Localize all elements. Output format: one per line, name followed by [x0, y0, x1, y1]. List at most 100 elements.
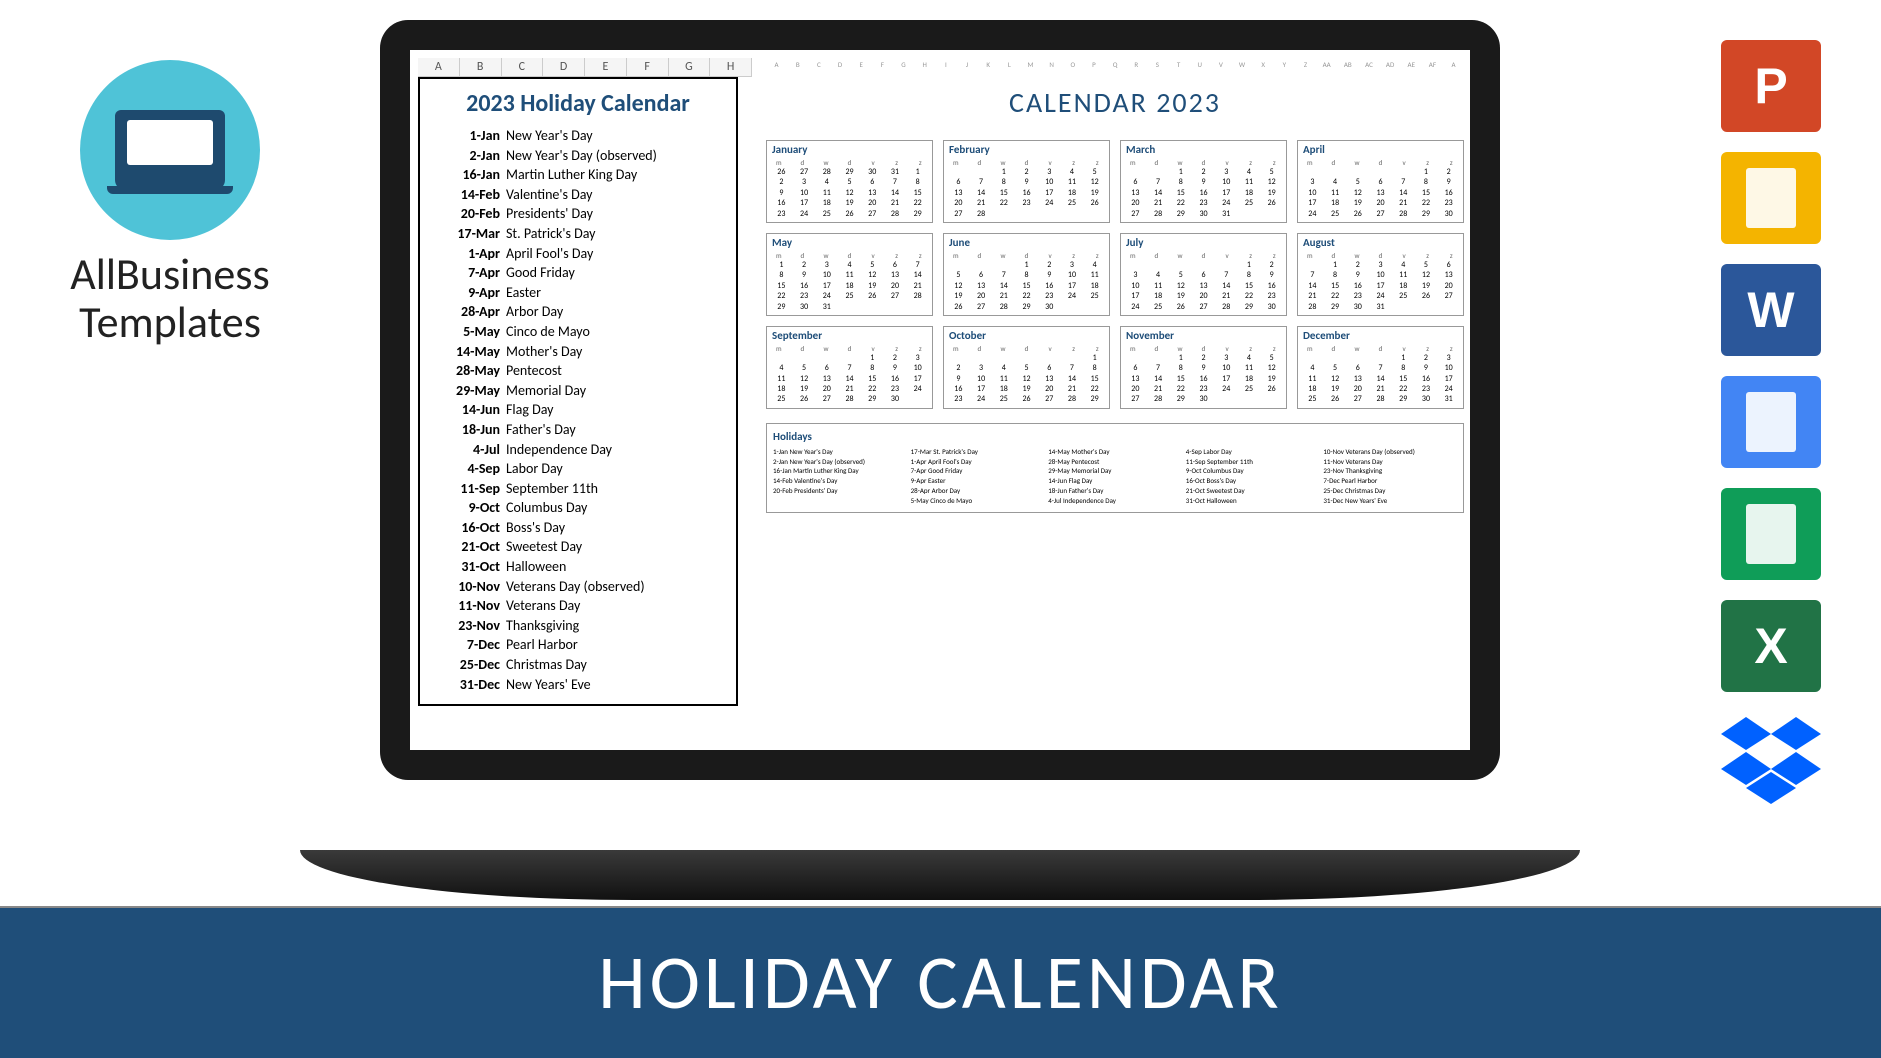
- calendar-day: 27: [1124, 209, 1147, 219]
- calendar-day: 7: [970, 177, 993, 187]
- calendar-day: 6: [947, 177, 970, 187]
- calendar-day: 21: [1061, 384, 1084, 394]
- calendar-day: [1015, 209, 1038, 219]
- dropbox-icon[interactable]: [1721, 712, 1821, 804]
- calendar-day: 22: [770, 291, 793, 301]
- calendar-day: 20: [970, 291, 993, 301]
- calendar-day: [1124, 260, 1147, 270]
- calendar-week: 567891011: [947, 270, 1106, 280]
- dow-label: z: [1439, 251, 1463, 260]
- excel-icon[interactable]: X: [1721, 600, 1821, 692]
- calendar-day: 3: [1215, 167, 1238, 177]
- col-header: R: [1126, 60, 1147, 69]
- calendar-day: 12: [1260, 177, 1283, 187]
- calendar-day: 13: [1437, 270, 1460, 280]
- dow-label: v: [861, 158, 885, 167]
- col-header: Y: [1274, 60, 1295, 69]
- calendar-day: 9: [1015, 177, 1038, 187]
- calendar-day: 5: [861, 260, 884, 270]
- col-header: I: [935, 60, 956, 69]
- holiday-date: 28-May: [430, 361, 506, 381]
- calendar-day: 5: [1324, 363, 1347, 373]
- calendar-day: 30: [1192, 209, 1215, 219]
- holiday-date: 5-May: [430, 322, 506, 342]
- dow-label: d: [838, 251, 862, 260]
- calendar-day: 22: [1015, 291, 1038, 301]
- calendar-day: 31: [1369, 302, 1392, 312]
- calendar-day: 10: [815, 270, 838, 280]
- col-header: W: [1231, 60, 1252, 69]
- calendar-day: 16: [884, 374, 907, 384]
- holiday-name: Flag Day: [506, 400, 726, 420]
- calendar-day: 25: [1392, 291, 1415, 301]
- powerpoint-icon[interactable]: P: [1721, 40, 1821, 132]
- calendar-day: 9: [770, 188, 793, 198]
- calendar-week: 22232425262728: [770, 291, 929, 301]
- dow-label: m: [1298, 158, 1322, 167]
- calendar-day: 17: [1437, 374, 1460, 384]
- calendar-day: 13: [1369, 188, 1392, 198]
- calendar-day: 25: [1301, 394, 1324, 404]
- calendar-week: 9101112131415: [947, 374, 1106, 384]
- calendar-day: [1061, 302, 1084, 312]
- holiday-name: Pearl Harbor: [506, 635, 726, 655]
- calendar-day: 23: [1415, 384, 1438, 394]
- dow-label: v: [861, 344, 885, 353]
- holiday-row: 25-DecChristmas Day: [430, 655, 726, 675]
- calendar-day: 27: [884, 291, 907, 301]
- dow-label: d: [791, 344, 815, 353]
- col-header: B: [787, 60, 808, 69]
- calendar-day: [1324, 167, 1347, 177]
- dow-label: v: [1215, 158, 1239, 167]
- holiday-name: September 11th: [506, 479, 726, 499]
- calendar-day: 13: [815, 374, 838, 384]
- calendar-day: 23: [1038, 291, 1061, 301]
- calendar-day: 26: [1015, 394, 1038, 404]
- dow-label: v: [1392, 251, 1416, 260]
- holiday-entry: 31-Dec New Years' Eve: [1323, 496, 1457, 506]
- dow-label: z: [1262, 158, 1286, 167]
- calendar-day: 18: [1301, 384, 1324, 394]
- calendar-week: 12131415161718: [947, 281, 1106, 291]
- calendar-day: 6: [970, 270, 993, 280]
- calendar-day: 24: [906, 384, 929, 394]
- calendar-day: 27: [1437, 291, 1460, 301]
- calendar-week: 24252627282930: [1124, 302, 1283, 312]
- calendar-week: 2627282930: [947, 302, 1106, 312]
- dow-label: d: [1192, 344, 1216, 353]
- dow-label: m: [944, 251, 968, 260]
- holiday-name: Valentine's Day: [506, 185, 726, 205]
- holiday-row: 7-DecPearl Harbor: [430, 635, 726, 655]
- holiday-row: 21-OctSweetest Day: [430, 537, 726, 557]
- col-header: N: [1041, 60, 1062, 69]
- calendar-day: 9: [1437, 177, 1460, 187]
- google-slides-icon[interactable]: [1721, 152, 1821, 244]
- holiday-name: Christmas Day: [506, 655, 726, 675]
- calendar-day: 14: [838, 374, 861, 384]
- holiday-name: St. Patrick's Day: [506, 224, 726, 244]
- calendar-day: 19: [947, 291, 970, 301]
- word-icon[interactable]: W: [1721, 264, 1821, 356]
- calendar-day: 21: [992, 291, 1015, 301]
- calendar-week: 16171819202122: [770, 198, 929, 208]
- calendar-day: 2: [793, 260, 816, 270]
- google-docs-icon[interactable]: [1721, 376, 1821, 468]
- calendar-week: 12345: [1124, 167, 1283, 177]
- holiday-date: 9-Apr: [430, 283, 506, 303]
- calendar-day: 11: [815, 188, 838, 198]
- calendar-day: [1346, 167, 1369, 177]
- holiday-name: Thanksgiving: [506, 616, 726, 636]
- calendar-day: 10: [1038, 177, 1061, 187]
- holiday-row: 1-JanNew Year's Day: [430, 126, 726, 146]
- calendar-day: 30: [1260, 302, 1283, 312]
- calendar-day: [815, 353, 838, 363]
- brand-logo: AllBusinessTemplates: [40, 60, 300, 347]
- calendar-day: 24: [1369, 291, 1392, 301]
- calendar-day: 28: [815, 167, 838, 177]
- calendar-day: 29: [906, 209, 929, 219]
- calendar-week: 19202122232425: [947, 291, 1106, 301]
- google-sheets-icon[interactable]: [1721, 488, 1821, 580]
- calendar-week: 9101112131415: [770, 188, 929, 198]
- calendar-day: 10: [970, 374, 993, 384]
- calendar-day: 10: [1369, 270, 1392, 280]
